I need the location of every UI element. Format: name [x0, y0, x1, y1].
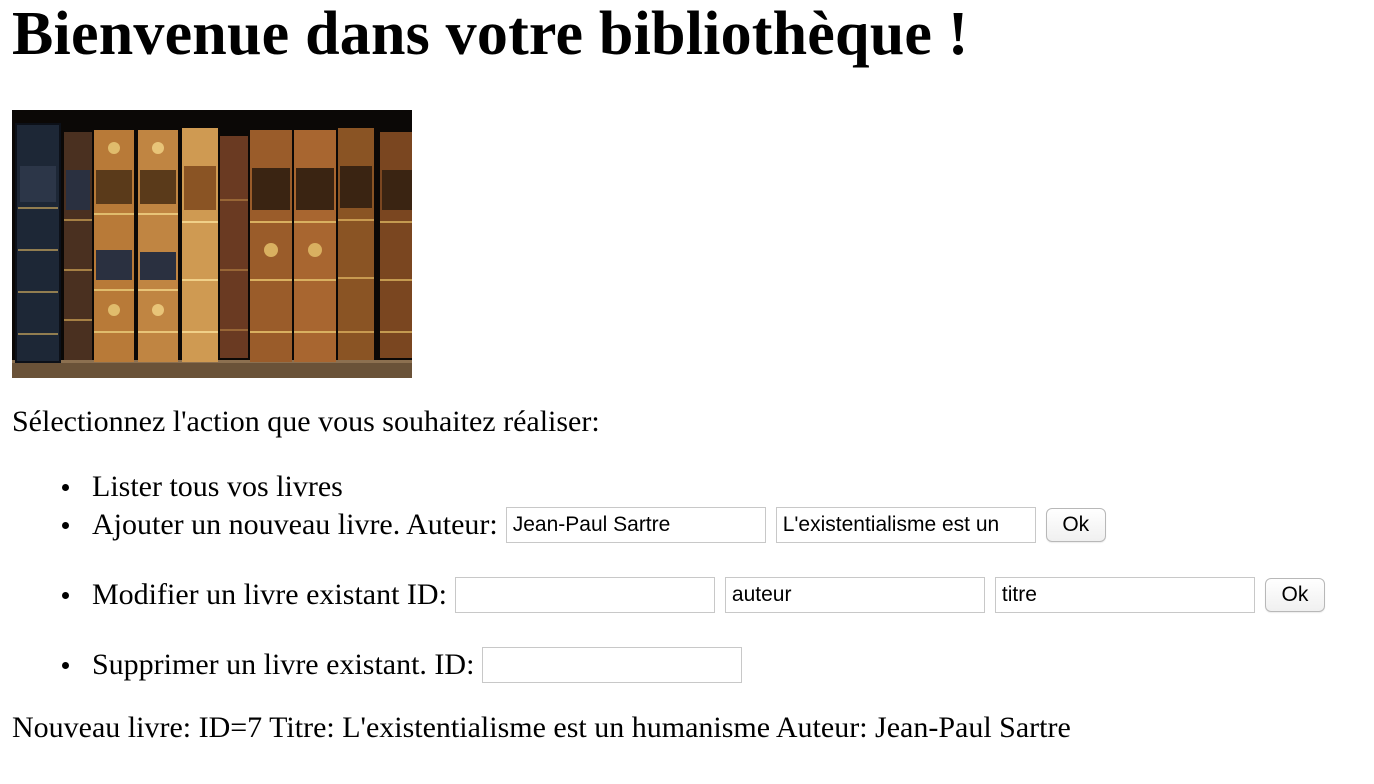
list-item-delete-book: Supprimer un livre existant. ID: [12, 646, 1325, 684]
list-item-edit-book: Modifier un livre existant ID: Ok [12, 576, 1325, 614]
add-title-input[interactable] [775, 507, 1036, 543]
list-item-list-books[interactable]: Lister tous vos livres [12, 468, 1325, 506]
add-author-input[interactable] [505, 507, 766, 543]
edit-title-input[interactable] [994, 577, 1255, 613]
edit-ok-button[interactable]: Ok [1264, 578, 1325, 612]
add-book-label: Ajouter un nouveau livre. Auteur: [92, 508, 498, 541]
delete-book-label: Supprimer un livre existant. ID: [92, 648, 475, 681]
list-books-link[interactable]: Lister tous vos livres [92, 468, 343, 506]
action-list: Lister tous vos livres Ajouter un nouvea… [12, 468, 1325, 684]
add-ok-button[interactable]: Ok [1045, 508, 1106, 542]
action-prompt: Sélectionnez l'action que vous souhaitez… [12, 405, 600, 438]
edit-id-input[interactable] [454, 577, 715, 613]
result-message: Nouveau livre: ID=7 Titre: L'existential… [12, 711, 1071, 744]
edit-author-input[interactable] [724, 577, 985, 613]
page: Bienvenue dans votre bibliothèque ! Séle… [12, 0, 1362, 744]
edit-book-label: Modifier un livre existant ID: [92, 578, 447, 611]
bookshelf-image [12, 110, 412, 378]
page-title: Bienvenue dans votre bibliothèque ! [12, 0, 969, 68]
delete-id-input[interactable] [482, 647, 743, 683]
list-item-add-book: Ajouter un nouveau livre. Auteur: Ok [12, 506, 1325, 544]
